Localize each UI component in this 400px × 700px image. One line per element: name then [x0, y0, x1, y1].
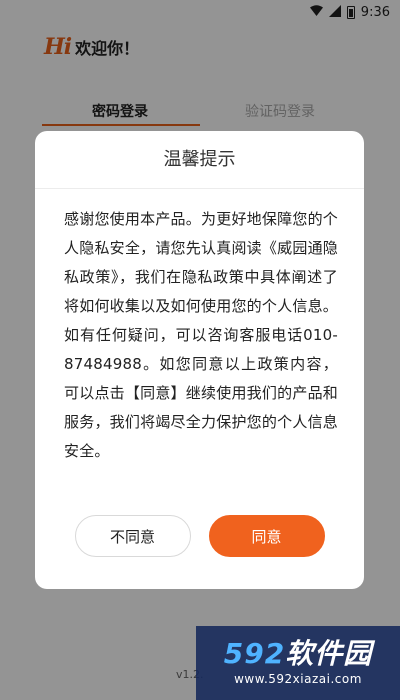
- site-watermark: 592软件园 www.592xiazai.com: [196, 626, 400, 700]
- agree-button[interactable]: 同意: [208, 515, 325, 557]
- privacy-dialog: 温馨提示 感谢您使用本产品。为更好地保障您的个人隐私安全，请您先认真阅读《威园通…: [35, 131, 364, 589]
- watermark-logo: 592软件园: [224, 638, 372, 670]
- disagree-button[interactable]: 不同意: [74, 515, 191, 557]
- dialog-button-row: 不同意 同意: [35, 515, 364, 559]
- dialog-title: 温馨提示: [35, 131, 364, 189]
- watermark-number: 592: [223, 637, 286, 670]
- watermark-url: www.592xiazai.com: [234, 672, 362, 686]
- dialog-body-text: 感谢您使用本产品。为更好地保障您的个人隐私安全，请您先认真阅读《威园通隐私政策》…: [64, 210, 338, 460]
- watermark-text: 软件园: [285, 637, 373, 670]
